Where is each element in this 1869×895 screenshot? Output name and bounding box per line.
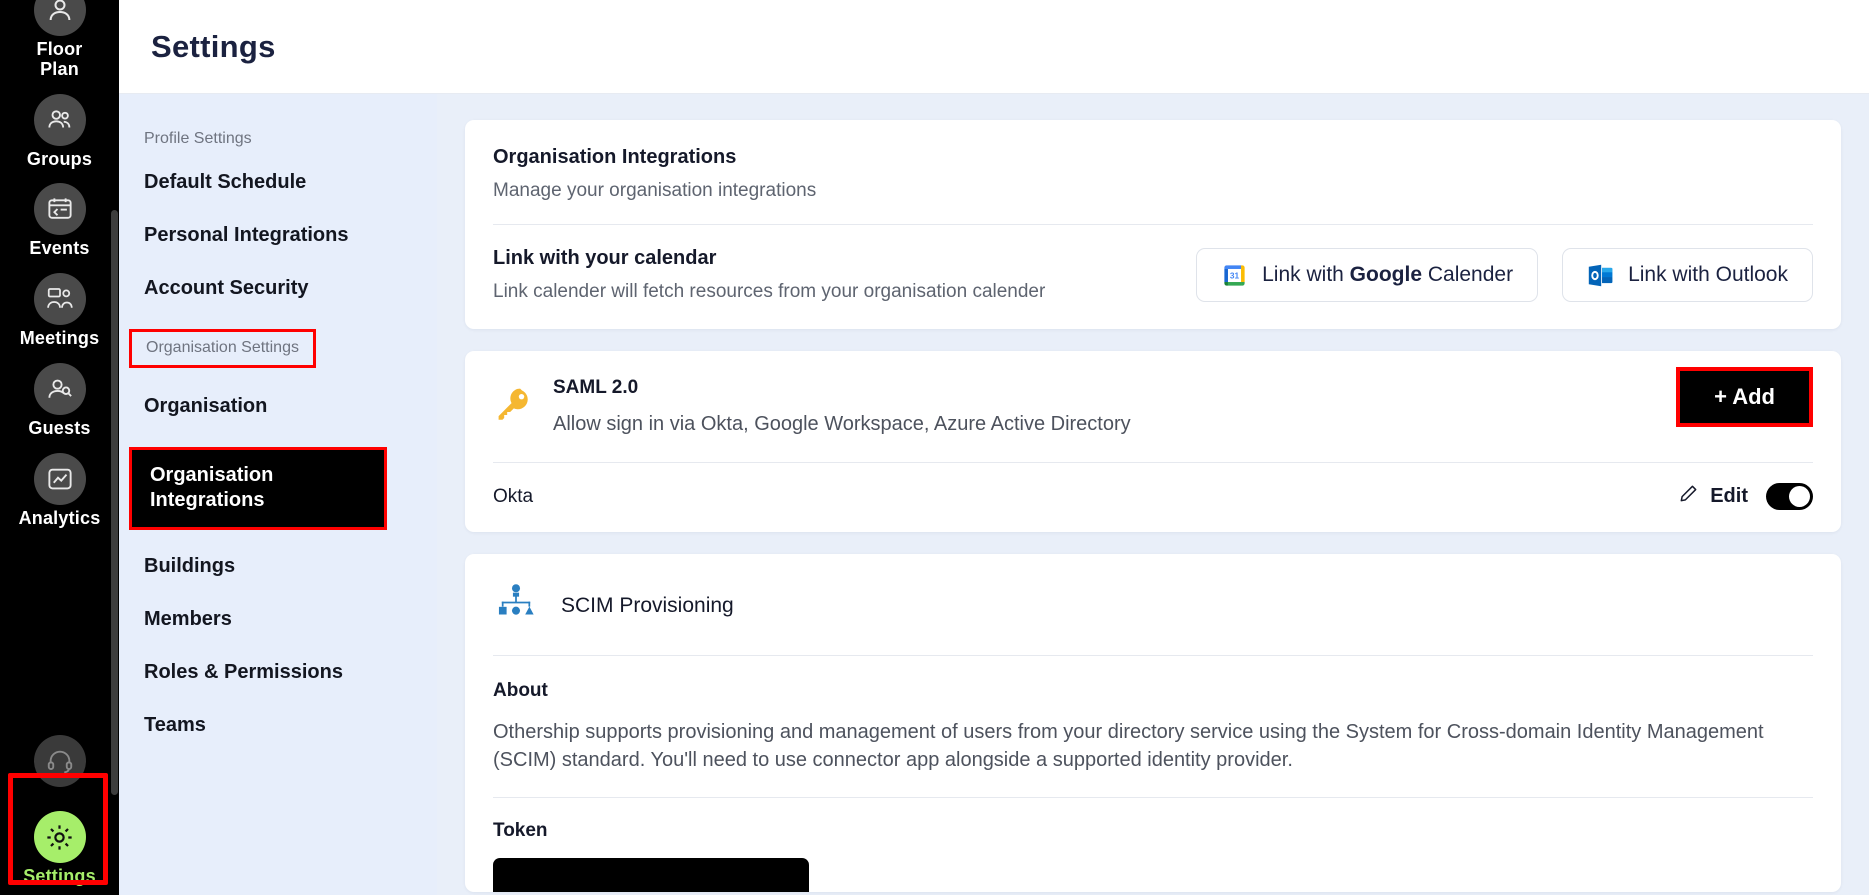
sidebar-label-events: Events — [29, 238, 90, 259]
top-bar: Settings — [119, 0, 1869, 94]
sidebar-label-analytics: Analytics — [18, 507, 101, 528]
sidebar-label-meetings: Meetings — [19, 328, 100, 349]
rail-scrollbar[interactable] — [111, 210, 118, 795]
gcal-suffix: Calender — [1422, 263, 1514, 286]
saml-title: SAML 2.0 — [553, 377, 639, 398]
sidebar-item-support[interactable] — [0, 729, 119, 805]
edit-saml-provider-button[interactable]: Edit — [1678, 483, 1748, 510]
scim-org-chart-icon — [493, 580, 539, 631]
scim-card: SCIM Provisioning About Othership suppor… — [465, 554, 1841, 892]
content-region: Settings Profile Settings Default Schedu… — [119, 0, 1869, 895]
scim-header-row: SCIM Provisioning — [465, 554, 1841, 655]
calendar-link-description: Link calender will fetch resources from … — [493, 281, 1046, 302]
calendar-link-buttons: 31 Link with Google Calender Link with O… — [1196, 248, 1813, 302]
pencil-icon — [1678, 483, 1699, 510]
settings-nav: Profile Settings Default Schedule Person… — [119, 94, 437, 895]
scim-about-text: Othership supports provisioning and mana… — [493, 721, 1764, 772]
link-google-calendar-button[interactable]: 31 Link with Google Calender — [1196, 248, 1539, 302]
sidebar-item-floor-plan[interactable]: Floor Plan — [0, 0, 119, 88]
nav-item-organisation-integrations[interactable]: Organisation Integrations — [129, 447, 387, 530]
saml-provider-toggle[interactable] — [1766, 483, 1813, 510]
organisation-integrations-card: Organisation Integrations Manage your or… — [465, 120, 1841, 329]
saml-description: Allow sign in via Okta, Google Workspace… — [553, 413, 1131, 435]
key-icon — [493, 383, 535, 430]
sidebar-label-groups: Groups — [26, 148, 93, 169]
calendar-link-text: Link with your calendar Link calender wi… — [493, 247, 1045, 303]
nav-item-account-security[interactable]: Account Security — [119, 276, 437, 300]
org-integrations-header: Organisation Integrations Manage your or… — [465, 120, 1841, 225]
sidebar-label-settings: Settings — [23, 866, 96, 887]
scim-about-heading: About — [493, 680, 548, 701]
settings-main-panel: Organisation Integrations Manage your or… — [437, 94, 1869, 895]
nav-item-members[interactable]: Members — [119, 607, 437, 631]
nav-item-personal-integrations[interactable]: Personal Integrations — [119, 223, 437, 247]
add-saml-button[interactable]: + Add — [1680, 371, 1809, 423]
sidebar-item-analytics[interactable]: Analytics — [0, 447, 119, 537]
nav-item-buildings[interactable]: Buildings — [119, 554, 437, 578]
saml-provider-actions: Edit — [1678, 483, 1813, 510]
scim-token-block: Token — [465, 798, 1841, 892]
gcal-brand: Google — [1349, 263, 1423, 286]
toggle-knob — [1789, 486, 1810, 507]
calendar-link-row: Link with your calendar Link calender wi… — [465, 225, 1841, 329]
link-outlook-button[interactable]: Link with Outlook — [1562, 248, 1813, 302]
add-button-highlight: + Add — [1676, 367, 1813, 427]
page-title: Settings — [151, 28, 276, 64]
gcal-prefix: Link with — [1262, 263, 1350, 286]
nav-item-organisation[interactable]: Organisation — [119, 394, 437, 418]
nav-item-organisation-integrations-label: Organisation Integrations — [129, 447, 387, 530]
user-icon — [33, 0, 86, 36]
saml-provider-row: Okta Edit — [465, 463, 1841, 532]
groups-icon — [33, 93, 86, 146]
svg-text:31: 31 — [1230, 270, 1240, 280]
chart-line-icon — [33, 452, 86, 505]
nav-item-default-schedule[interactable]: Default Schedule — [119, 170, 437, 194]
app-root: Floor Plan Groups Events Meetings Guests… — [0, 0, 1869, 895]
saml-text: SAML 2.0 Allow sign in via Okta, Google … — [553, 377, 1813, 436]
saml-provider-name: Okta — [493, 485, 534, 507]
scim-about-block: About Othership supports provisioning an… — [465, 656, 1841, 775]
link-google-calendar-label: Link with Google Calender — [1262, 263, 1513, 287]
sidebar-item-groups[interactable]: Groups — [0, 88, 119, 178]
sidebar-label-guests: Guests — [28, 417, 91, 438]
calendar-icon — [33, 183, 86, 236]
sidebar-item-guests[interactable]: Guests — [0, 357, 119, 447]
nav-group-organisation-settings: Organisation Settings — [129, 329, 316, 368]
sidebar-item-meetings[interactable]: Meetings — [0, 267, 119, 357]
link-outlook-label: Link with Outlook — [1628, 263, 1788, 286]
scim-token-input[interactable] — [493, 857, 809, 892]
page-body: Profile Settings Default Schedule Person… — [119, 94, 1869, 895]
org-integrations-subtitle: Manage your organisation integrations — [493, 180, 817, 201]
edit-label: Edit — [1710, 485, 1748, 507]
sidebar-label-floor-plan: Floor Plan — [36, 39, 83, 79]
sidebar-item-settings[interactable]: Settings — [0, 805, 119, 895]
guest-icon — [33, 362, 86, 415]
nav-item-teams[interactable]: Teams — [119, 713, 437, 737]
scim-token-heading: Token — [493, 819, 548, 841]
saml-header-row: SAML 2.0 Allow sign in via Okta, Google … — [465, 351, 1841, 436]
sidebar-item-events[interactable]: Events — [0, 177, 119, 267]
saml-card: SAML 2.0 Allow sign in via Okta, Google … — [465, 351, 1841, 532]
calendar-link-heading: Link with your calendar — [493, 247, 717, 269]
org-integrations-title: Organisation Integrations — [493, 146, 737, 168]
scim-title: SCIM Provisioning — [561, 593, 734, 617]
outlook-icon — [1587, 262, 1614, 289]
meetings-icon — [33, 273, 86, 326]
gear-icon — [33, 811, 86, 864]
nav-group-profile-settings: Profile Settings — [144, 130, 252, 147]
nav-item-roles-permissions[interactable]: Roles & Permissions — [119, 660, 437, 684]
google-calendar-icon: 31 — [1221, 262, 1248, 289]
primary-nav-rail: Floor Plan Groups Events Meetings Guests… — [0, 0, 119, 895]
headset-icon — [33, 735, 86, 788]
